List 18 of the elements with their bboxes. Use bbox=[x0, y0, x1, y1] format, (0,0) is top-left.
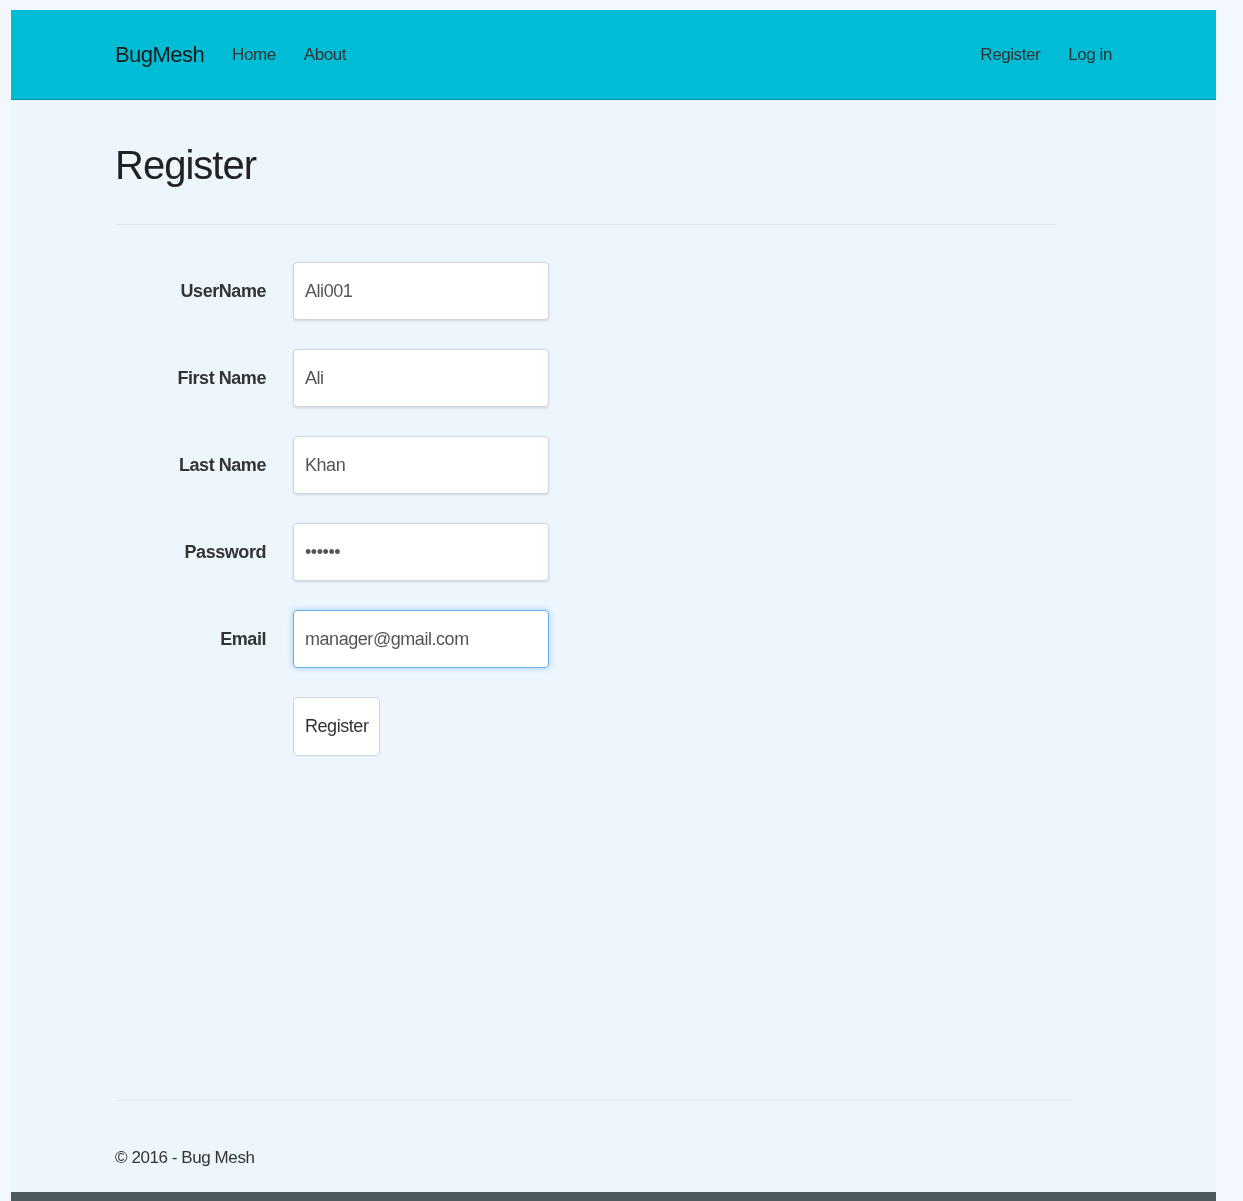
nav-link[interactable]: Log in bbox=[1068, 41, 1112, 68]
nav-link[interactable]: About bbox=[303, 41, 347, 68]
field-label: First Name bbox=[176, 366, 266, 390]
field-label: Last Name bbox=[178, 453, 266, 477]
nav-link[interactable]: Register bbox=[980, 41, 1041, 68]
input-field[interactable]: manager@gmail.com bbox=[293, 610, 549, 668]
input-field[interactable]: Khan bbox=[293, 436, 549, 494]
brand-link[interactable]: BugMesh bbox=[115, 38, 205, 71]
footer-text: © 2016 - Bug Mesh bbox=[115, 1146, 256, 1169]
field-label: UserName bbox=[179, 279, 266, 303]
page-heading: Register bbox=[115, 142, 258, 189]
field-label: Email bbox=[219, 627, 266, 651]
register-button[interactable]: Register bbox=[293, 697, 381, 756]
input-field[interactable]: •••••• bbox=[293, 523, 549, 581]
nav-link[interactable]: Home bbox=[232, 41, 276, 68]
input-field[interactable]: Ali001 bbox=[293, 262, 549, 320]
input-field[interactable]: Ali bbox=[293, 349, 549, 407]
field-label: Password bbox=[183, 540, 266, 564]
